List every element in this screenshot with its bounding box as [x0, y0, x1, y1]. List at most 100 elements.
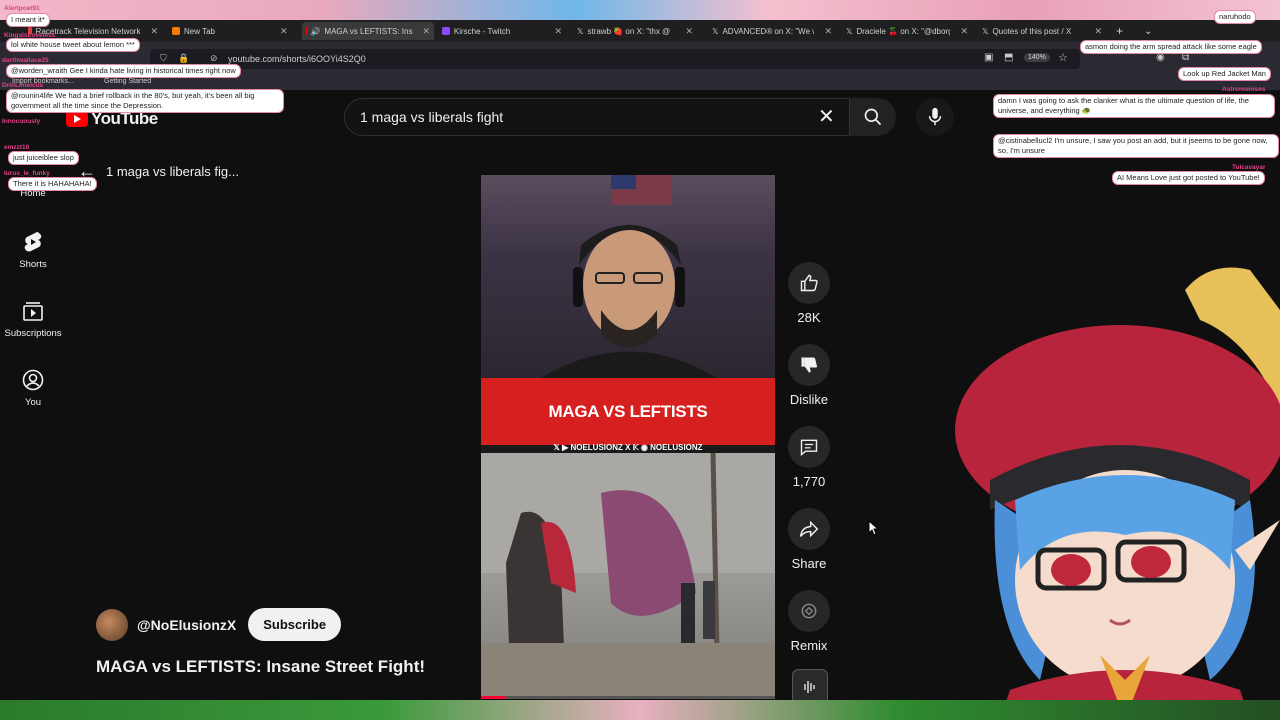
- comments-icon-wrap[interactable]: [788, 426, 830, 468]
- shield-icon[interactable]: ⛉: [160, 53, 167, 64]
- chat-message: damn I was going to ask the clanker what…: [993, 94, 1275, 118]
- tab-label: MAGA vs LEFTISTS: Ins: [324, 26, 413, 36]
- url-text[interactable]: youtube.com/shorts/i6OOYi4S2Q0: [228, 54, 366, 64]
- chat-username: emzzt16: [4, 144, 30, 151]
- browser-tab-bar: Racetrack Television Network ✕ New Tab ✕…: [0, 20, 1280, 42]
- video-frame-streamer: [481, 175, 775, 378]
- vtuber-avatar: [955, 267, 1280, 720]
- share-icon-wrap[interactable]: [788, 508, 830, 550]
- shorts-video-player[interactable]: MAGA VS LEFTISTS 𝕏 ▶ NOELUSIONZ X 𝕂 ◉ NO…: [481, 175, 775, 697]
- video-frame-street: [481, 452, 775, 697]
- lock-icon[interactable]: 🔒: [178, 53, 189, 64]
- chat-message: Look up Red Jacket Man: [1178, 67, 1271, 81]
- voice-search-button[interactable]: [916, 98, 954, 136]
- search-button[interactable]: [850, 98, 896, 136]
- dislike-icon-wrap[interactable]: [788, 344, 830, 386]
- screenshot-icon[interactable]: ⬒: [1004, 52, 1013, 63]
- chat-username: darthwallace25: [2, 57, 49, 64]
- video-progress-bar[interactable]: [481, 696, 775, 699]
- tab-close-icon[interactable]: ✕: [1094, 26, 1102, 37]
- zoom-level[interactable]: 140%: [1024, 53, 1050, 62]
- share-button[interactable]: Share: [785, 508, 833, 571]
- chat-username: Alertpoet91: [4, 5, 40, 12]
- bookmarks-toolbar: Import bookmarks... Getting Started: [0, 76, 1280, 90]
- chat-username: Iurus_le_funky: [4, 170, 50, 177]
- new-tab-button[interactable]: +: [1116, 22, 1130, 40]
- tab-close-icon[interactable]: ✕: [280, 26, 288, 37]
- tab-close-icon[interactable]: ✕: [554, 26, 562, 37]
- bookmark-star-icon[interactable]: ☆: [1058, 51, 1068, 64]
- chat-message: asmon doing the arm spread attack like s…: [1080, 40, 1262, 54]
- browser-tab[interactable]: 𝕏 Quotes of this post / X ✕: [982, 22, 1104, 40]
- like-icon-wrap[interactable]: [788, 262, 830, 304]
- mouse-cursor-icon: [868, 520, 878, 536]
- tab-close-icon[interactable]: ✕: [422, 26, 430, 37]
- tab-list-chevron-icon[interactable]: ⌄: [1144, 22, 1158, 40]
- sidebar-item-you[interactable]: You: [0, 369, 66, 408]
- chat-message: just juiceiblee slop: [8, 151, 79, 165]
- comments-button[interactable]: 1,770: [785, 426, 833, 489]
- browser-tab[interactable]: New Tab ✕: [172, 22, 292, 40]
- chat-message: @rounin4life We had a brief rollback in …: [6, 89, 284, 113]
- browser-tab[interactable]: 𝕏 ADVANCED® on X: "We w ✕: [712, 22, 832, 40]
- audio-waveform-icon: [804, 681, 815, 693]
- search-icon: [864, 108, 882, 126]
- like-count: 28K: [797, 310, 821, 325]
- tab-favicon: [442, 27, 450, 35]
- tab-close-icon[interactable]: ✕: [824, 26, 832, 37]
- sidebar-item-shorts[interactable]: Shorts: [0, 231, 66, 270]
- channel-name[interactable]: @NoElusionzX: [137, 617, 236, 633]
- sidebar-item-subscriptions[interactable]: Subscriptions: [0, 300, 66, 339]
- chat-message: @cistinabellucl2 I'm unsure, I saw you p…: [993, 134, 1279, 158]
- browser-tab[interactable]: 𝕏 strawb 🍓 on X: "thx @ ✕: [577, 22, 697, 40]
- remix-button[interactable]: Remix: [785, 590, 833, 653]
- clear-search-icon[interactable]: ✕: [818, 104, 835, 129]
- tab-label: New Tab: [184, 26, 215, 36]
- x-logo-icon: 𝕏: [846, 26, 853, 36]
- tab-close-icon[interactable]: ✕: [960, 26, 968, 37]
- remix-label: Remix: [790, 638, 828, 653]
- dislike-button[interactable]: Dislike: [785, 344, 833, 407]
- browser-tab[interactable]: Kirsche - Twitch ✕: [442, 22, 562, 40]
- video-handles-text: 𝕏 ▶ NOELUSIONZ X 𝕂 ◉ NOELUSIONZ: [553, 443, 703, 452]
- like-button[interactable]: 28K: [785, 262, 833, 325]
- video-title[interactable]: MAGA vs LEFTISTS: Insane Street Fight!: [96, 657, 425, 677]
- search-query[interactable]: 1 maga vs liberals fight: [360, 109, 503, 125]
- shorts-back-row[interactable]: ← 1 maga vs liberals fig...: [78, 161, 239, 182]
- chat-message: There it is HAHAHAHA!: [8, 177, 97, 191]
- reader-mode-icon[interactable]: ▣: [984, 52, 993, 63]
- speaker-icon[interactable]: 🔊: [310, 27, 320, 36]
- chat-username-pill: naruhodo: [1214, 10, 1256, 24]
- subscribe-button[interactable]: Subscribe: [248, 608, 342, 641]
- video-progress-fill: [481, 696, 505, 699]
- tab-label: Draciele 🍒 on X: "@dborg: [856, 26, 951, 36]
- tab-close-icon[interactable]: ✕: [150, 26, 158, 37]
- tab-close-icon[interactable]: ✕: [685, 26, 693, 37]
- dislike-label: Dislike: [789, 392, 829, 407]
- remix-icon-wrap[interactable]: [788, 590, 830, 632]
- chat-message: AI Means Love just got posted to YouTube…: [1112, 171, 1265, 185]
- tab-label: strawb 🍓 on X: "thx @: [587, 26, 671, 36]
- share-label: Share: [791, 556, 827, 571]
- x-logo-icon: 𝕏: [577, 26, 584, 36]
- you-icon: [22, 369, 44, 391]
- thumbs-up-icon: [800, 274, 818, 292]
- chat-username: Tulcavayar: [1232, 164, 1266, 171]
- chat-message: @worden_wraith Gee I kinda hate living i…: [6, 64, 241, 78]
- shorts-icon: [22, 231, 44, 253]
- comment-icon: [800, 439, 818, 456]
- tab-favicon: [172, 27, 180, 35]
- video-banner-text: MAGA VS LEFTISTS: [481, 378, 775, 445]
- channel-avatar[interactable]: [96, 608, 128, 641]
- browser-tab-active[interactable]: 🔊 MAGA vs LEFTISTS: Ins ✕: [302, 22, 434, 40]
- microphone-icon: [928, 107, 942, 126]
- tab-label: Quotes of this post / X: [992, 26, 1072, 36]
- permissions-icon[interactable]: ⊘: [210, 53, 218, 64]
- x-logo-icon: 𝕏: [982, 26, 989, 36]
- chat-username: Astronomises: [1222, 86, 1266, 93]
- browser-tab[interactable]: 𝕏 Draciele 🍒 on X: "@dborg ✕: [846, 22, 968, 40]
- back-title: 1 maga vs liberals fig...: [106, 164, 239, 179]
- sidebar-item-label: You: [24, 397, 42, 408]
- x-logo-icon: 𝕏: [712, 26, 719, 36]
- bookmark-getting-started[interactable]: Getting Started: [104, 78, 151, 85]
